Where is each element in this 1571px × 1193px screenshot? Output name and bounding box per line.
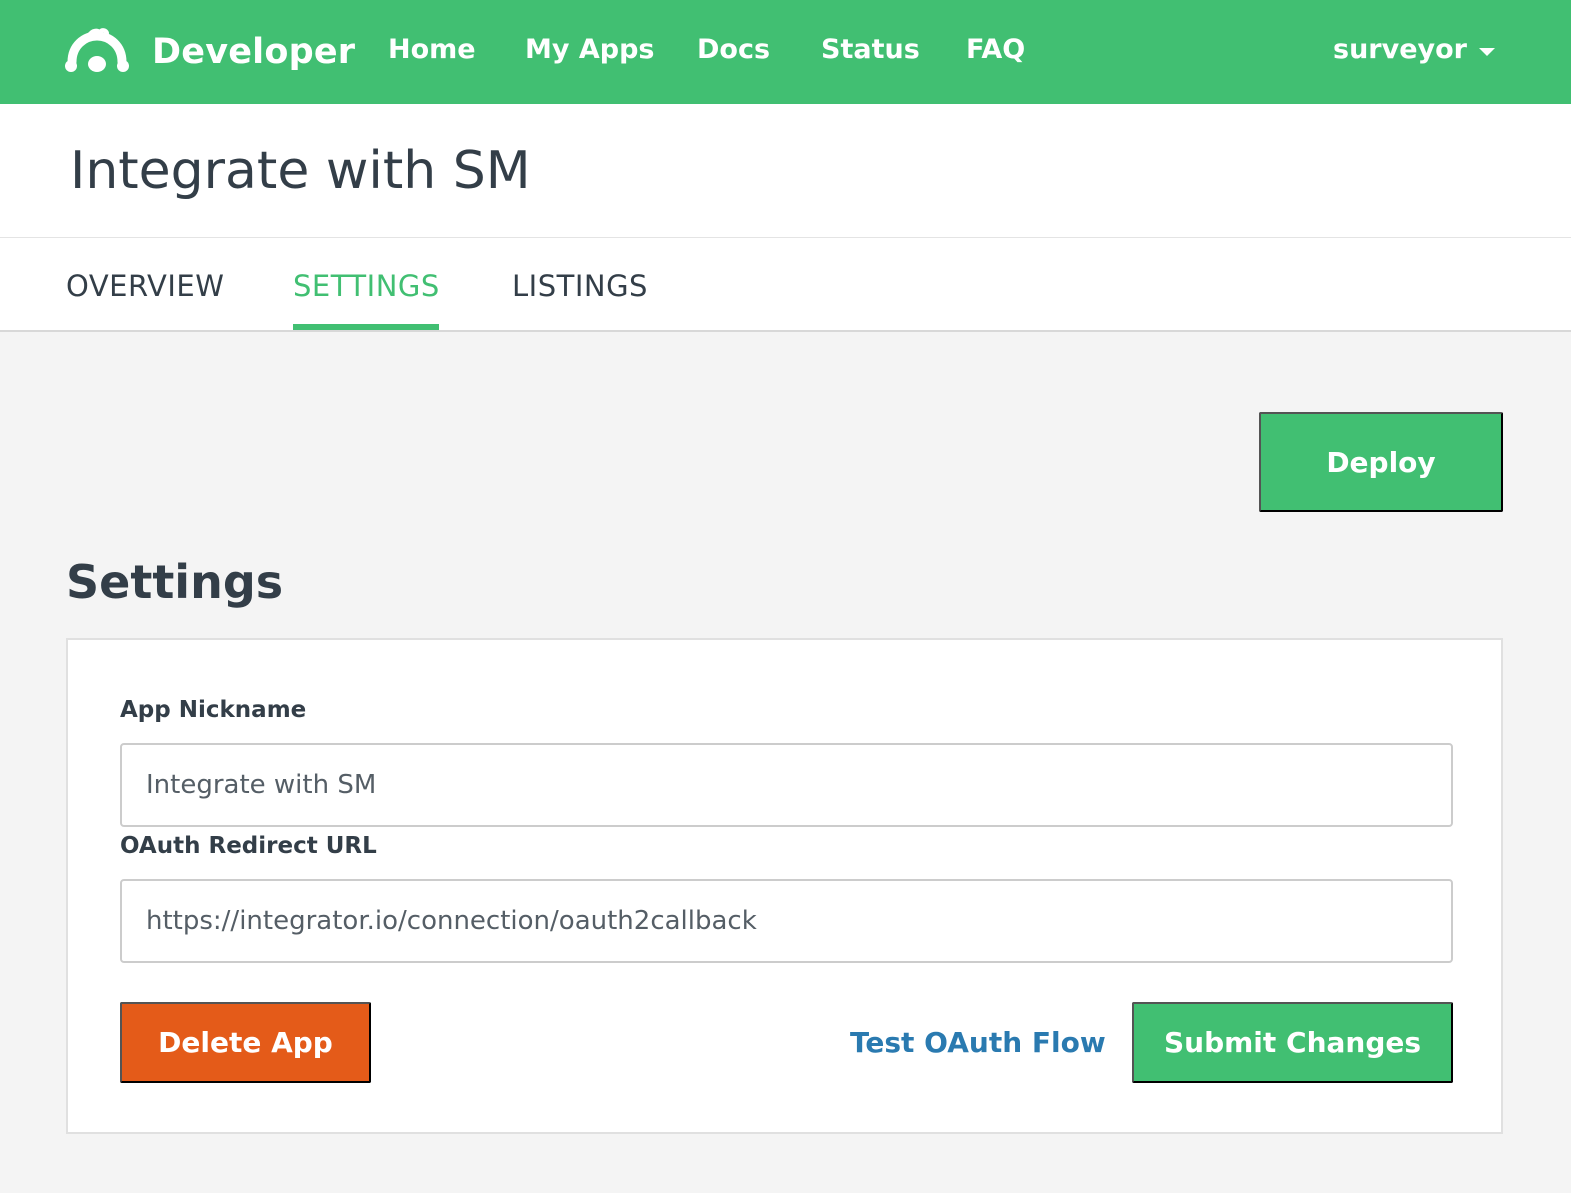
- nav-my-apps[interactable]: My Apps: [525, 34, 655, 65]
- oauth-redirect-url-input[interactable]: [120, 879, 1453, 963]
- section-title: Settings: [66, 555, 284, 609]
- app-nickname-input[interactable]: [120, 743, 1453, 827]
- nav-home[interactable]: Home: [388, 34, 476, 65]
- nav-faq[interactable]: FAQ: [966, 34, 1025, 65]
- user-menu[interactable]: surveyor: [1333, 34, 1495, 65]
- brand-name: Developer: [152, 32, 356, 72]
- page-header: Integrate with SM: [0, 104, 1571, 238]
- oauth-redirect-url-label: OAuth Redirect URL: [120, 833, 377, 859]
- deploy-button[interactable]: Deploy: [1259, 412, 1503, 512]
- test-oauth-flow-link[interactable]: Test OAuth Flow: [850, 1026, 1106, 1059]
- brand[interactable]: Developer: [64, 22, 355, 82]
- tab-listings[interactable]: LISTINGS: [512, 269, 648, 303]
- app-nickname-label: App Nickname: [120, 697, 307, 723]
- tab-settings[interactable]: SETTINGS: [293, 269, 440, 303]
- settings-card: App Nickname OAuth Redirect URL Delete A…: [66, 638, 1503, 1134]
- active-tab-indicator: [293, 324, 439, 330]
- tab-overview[interactable]: OVERVIEW: [66, 269, 224, 303]
- nav-status[interactable]: Status: [821, 34, 920, 65]
- nav-docs[interactable]: Docs: [697, 34, 770, 65]
- username: surveyor: [1333, 34, 1467, 65]
- surveymonkey-logo-icon: [64, 28, 130, 76]
- submit-changes-button[interactable]: Submit Changes: [1132, 1002, 1453, 1083]
- tab-bar: OVERVIEW SETTINGS LISTINGS: [0, 238, 1571, 332]
- page-title: Integrate with SM: [70, 141, 531, 201]
- caret-down-icon: [1479, 47, 1495, 56]
- delete-app-button[interactable]: Delete App: [120, 1002, 371, 1083]
- top-navigation-bar: Developer Home My Apps Docs Status FAQ s…: [0, 0, 1571, 104]
